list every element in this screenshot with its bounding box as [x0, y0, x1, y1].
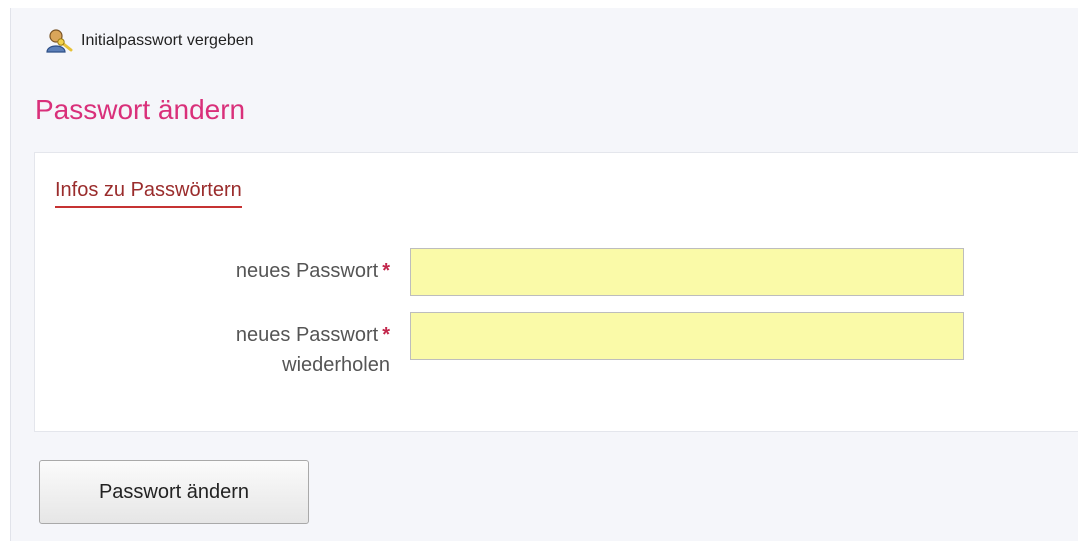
required-marker: * [382, 260, 390, 282]
repeat-password-label-text: neues Passwort [235, 324, 379, 346]
change-password-button[interactable]: Passwort ändern [39, 460, 309, 524]
breadcrumb: Initialpasswort vergeben [45, 28, 254, 54]
repeat-password-input[interactable] [410, 312, 964, 360]
repeat-password-label: neues Passwort * wiederholen [35, 312, 390, 380]
page-background: Initialpasswort vergeben Passwort ändern… [10, 8, 1078, 541]
new-password-input[interactable] [410, 248, 964, 296]
password-form-panel: Infos zu Passwörtern neues Passwort * neu… [34, 152, 1078, 432]
breadcrumb-link-initial-password[interactable]: Initialpasswort vergeben [81, 32, 254, 50]
page-title: Passwort ändern [35, 94, 246, 125]
password-info-link[interactable]: Infos zu Passwörtern [55, 179, 242, 208]
repeat-password-row: neues Passwort * wiederholen [35, 312, 964, 380]
repeat-password-label-line2: wiederholen [282, 354, 390, 376]
new-password-row: neues Passwort * [35, 248, 964, 296]
new-password-label: neues Passwort * [35, 248, 390, 286]
required-marker: * [382, 324, 390, 346]
new-password-label-text: neues Passwort [235, 260, 379, 282]
user-key-icon [45, 28, 73, 54]
